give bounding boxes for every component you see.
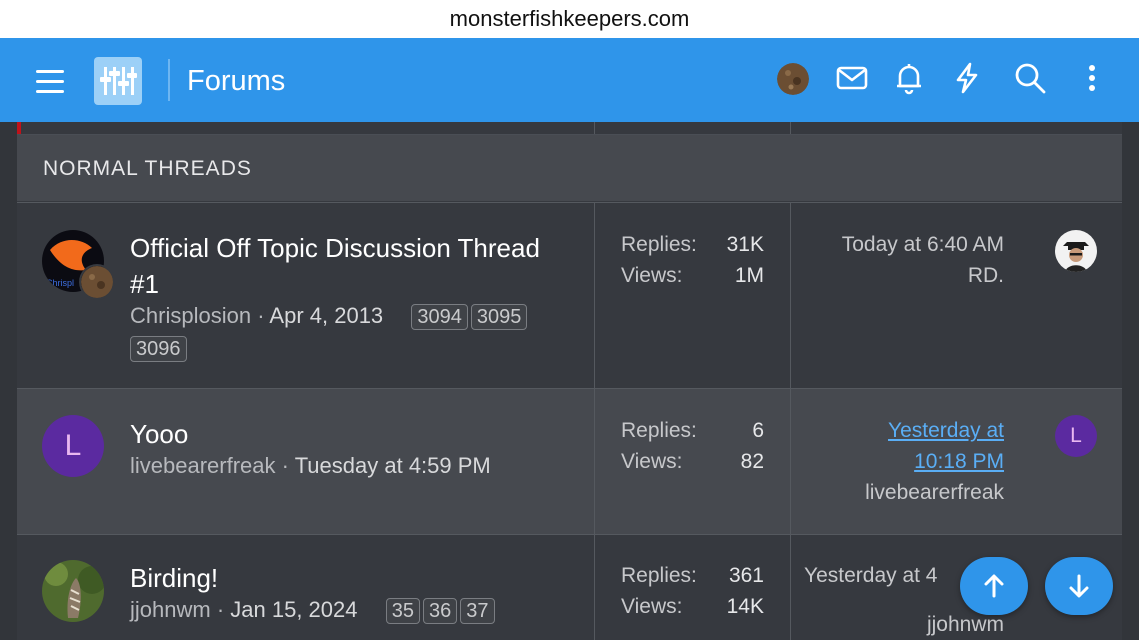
views-label: Views: (621, 595, 683, 618)
last-post-user[interactable]: livebearerfreak (865, 477, 1004, 508)
replies-label: Replies: (621, 564, 697, 587)
arrow-down-icon (1069, 574, 1089, 598)
thread-row[interactable]: Birding! jjohnwm · Jan 15, 2024 35 36 37 R… (17, 534, 1122, 640)
last-poster-avatar[interactable]: L (1055, 415, 1097, 457)
section-title: NORMAL THREADS (43, 157, 252, 180)
last-poster-mini-avatar (79, 264, 115, 300)
views-count: 14K (726, 595, 764, 618)
svg-text:Chrispl: Chrispl (46, 278, 74, 288)
url-text: monsterfishkeepers.com (449, 6, 690, 31)
scroll-up-button[interactable] (960, 557, 1028, 615)
views-count: 1M (734, 264, 764, 287)
more-icon[interactable] (1076, 60, 1108, 96)
views-label: Views: (621, 450, 683, 473)
user-avatar[interactable] (777, 63, 809, 95)
thread-row[interactable]: L Yooo livebearerfreak · Tuesday at 4:59… (17, 388, 1122, 534)
thread-title[interactable]: Yooo (130, 416, 550, 452)
thread-date[interactable]: Apr 4, 2013 (269, 303, 383, 328)
thread-meta-pages: 3096 (130, 332, 190, 364)
scroll-down-button[interactable] (1045, 557, 1113, 615)
page-link[interactable]: 3094 (411, 304, 468, 330)
thread-stats: Replies: 6 Views: 82 (621, 415, 764, 477)
replies-label: Replies: (621, 419, 697, 442)
page-link[interactable]: 36 (423, 598, 458, 624)
thread-meta: livebearerfreak · Tuesday at 4:59 PM (130, 453, 491, 478)
lightning-icon[interactable] (949, 60, 985, 96)
thread-author[interactable]: jjohnwm (130, 597, 211, 622)
last-post-time-link[interactable]: Yesterday at (888, 419, 1004, 442)
previous-row-stub (17, 122, 1122, 135)
search-icon[interactable] (1012, 60, 1048, 96)
replies-label: Replies: (621, 233, 697, 256)
page-link[interactable]: 37 (460, 598, 495, 624)
page-link[interactable]: 3095 (470, 304, 528, 330)
avatar-letter: L (1070, 424, 1082, 447)
page-title[interactable]: Forums (187, 62, 285, 100)
thread-stats: Replies: 31K Views: 1M (621, 229, 764, 291)
thread-author[interactable]: Chrisplosion (130, 303, 251, 328)
header-divider (168, 59, 170, 101)
thread-list: NORMAL THREADS Chrispl Official Off Topi… (17, 122, 1122, 640)
thread-author[interactable]: livebearerfreak (130, 453, 276, 478)
thread-stats: Replies: 361 Views: 14K (621, 560, 764, 622)
page-link[interactable]: 3096 (130, 336, 187, 362)
last-post-user[interactable]: jjohnwm (804, 609, 1004, 640)
thread-meta: jjohnwm · Jan 15, 2024 35 36 37 (130, 594, 498, 626)
last-post-info: Today at 6:40 AM RD. (842, 229, 1004, 291)
last-post-time-link[interactable]: 10:18 PM (914, 450, 1004, 473)
page-link[interactable]: 35 (385, 598, 421, 624)
replies-count: 361 (728, 564, 764, 587)
section-header: NORMAL THREADS (17, 135, 1122, 201)
thread-author-avatar[interactable] (42, 560, 104, 622)
avatar-letter: L (64, 429, 82, 462)
thread-date[interactable]: Jan 15, 2024 (230, 597, 357, 622)
logo-icon[interactable] (94, 57, 142, 105)
unread-marker (17, 122, 21, 134)
thread-title[interactable]: Birding! (130, 560, 550, 596)
bell-icon[interactable] (891, 60, 927, 96)
replies-count: 31K (726, 233, 764, 256)
arrow-up-icon (984, 574, 1004, 598)
url-bar[interactable]: monsterfishkeepers.com (0, 0, 1139, 38)
thread-row[interactable]: Chrispl Official Off Topic Discussion Th… (17, 202, 1122, 388)
last-post-time[interactable]: Today at 6:40 AM (842, 229, 1004, 260)
mail-icon[interactable] (834, 60, 870, 96)
last-poster-avatar[interactable] (1055, 230, 1097, 272)
last-post-user[interactable]: RD. (842, 260, 1004, 291)
views-label: Views: (621, 264, 683, 287)
thread-date[interactable]: Tuesday at 4:59 PM (295, 453, 491, 478)
menu-icon[interactable] (36, 70, 64, 94)
last-post-info: Yesterday at 10:18 PM livebearerfreak (865, 415, 1004, 508)
views-count: 82 (740, 450, 764, 473)
thread-title[interactable]: Official Off Topic Discussion Thread #1 (130, 230, 550, 302)
thread-author-avatar[interactable]: L (42, 415, 104, 477)
thread-meta: Chrisplosion · Apr 4, 2013 3094 3095 (130, 300, 530, 332)
replies-count: 6 (752, 419, 764, 442)
